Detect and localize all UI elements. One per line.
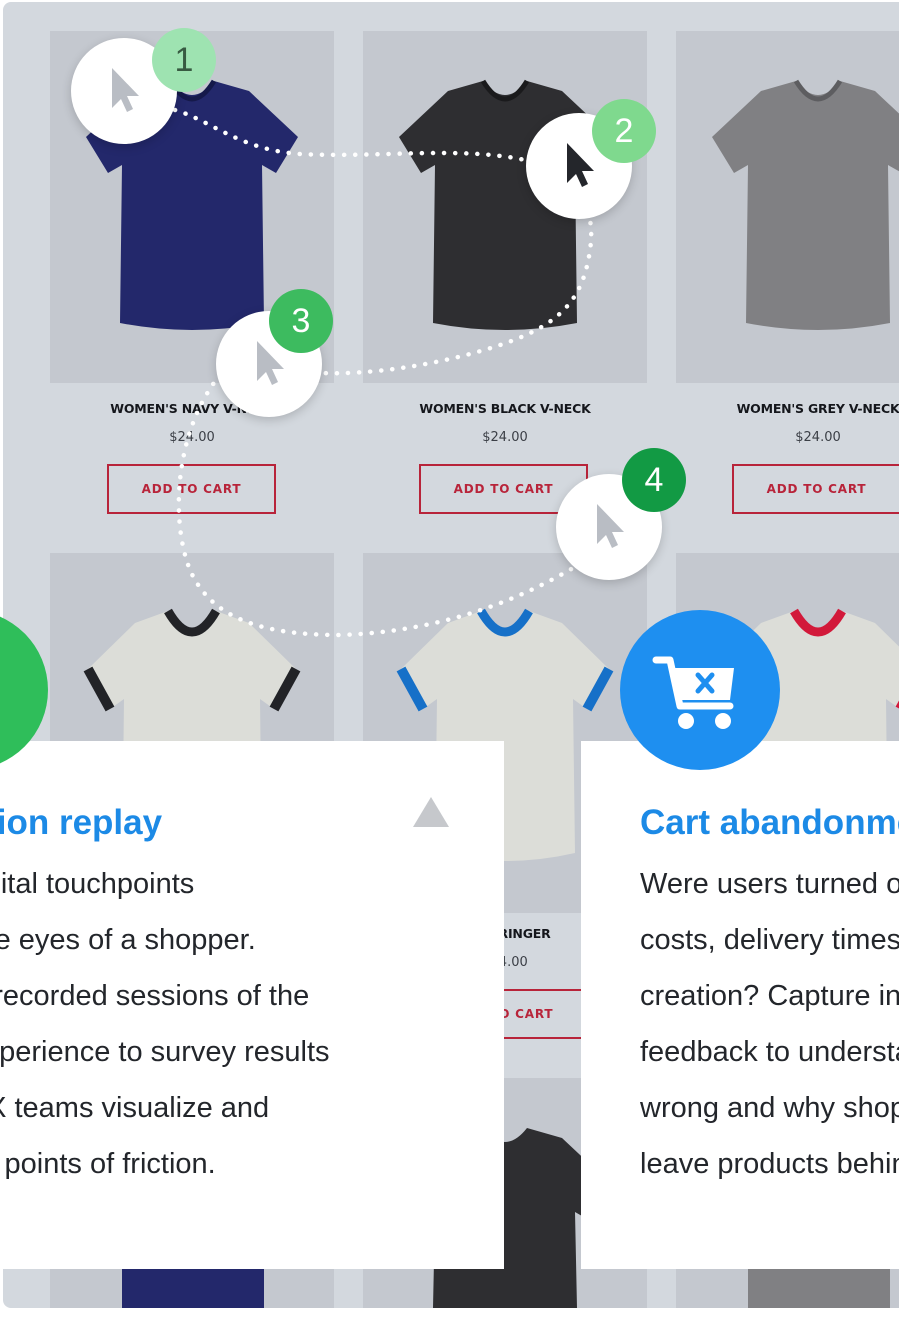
cart-abandonment-line: costs, delivery times, or account xyxy=(640,924,899,956)
cart-remove-icon xyxy=(652,656,734,729)
step-badge-3: 3 xyxy=(269,289,333,353)
cart-abandonment-title: Cart abandonment xyxy=(640,803,899,842)
session-replay-title: Session replay xyxy=(0,803,163,842)
step-badge-4: 4 xyxy=(622,448,686,512)
stage: WOMEN'S NAVY V-NECK WOMEN'S BLACK V-NECK… xyxy=(0,0,899,1318)
session-replay-line: resolve points of friction. xyxy=(0,1148,216,1180)
triangle-up-icon[interactable] xyxy=(411,795,451,829)
cart-abandonment-badge xyxy=(620,610,780,770)
cart-abandonment-line: leave products behind. xyxy=(640,1148,899,1180)
cart-abandonment-line: Were users turned off by shipping xyxy=(640,868,899,900)
session-replay-line: to help UX teams visualize and xyxy=(0,1092,270,1124)
session-replay-line: Link recorded sessions of the xyxy=(0,980,310,1012)
cart-abandonment-line: feedback to understand what went xyxy=(640,1036,899,1068)
step-badge-1: 1 xyxy=(152,28,216,92)
step-badge-2: 2 xyxy=(592,99,656,163)
session-replay-line: through the eyes of a shopper. xyxy=(0,924,256,956)
session-replay-line: user experience to survey results xyxy=(0,1036,330,1068)
cart-abandonment-line: creation? Capture in-the-moment xyxy=(640,980,899,1012)
cart-abandonment-line: wrong and why shoppers xyxy=(640,1092,899,1124)
session-replay-line: See your digital touchpoints xyxy=(0,868,195,900)
